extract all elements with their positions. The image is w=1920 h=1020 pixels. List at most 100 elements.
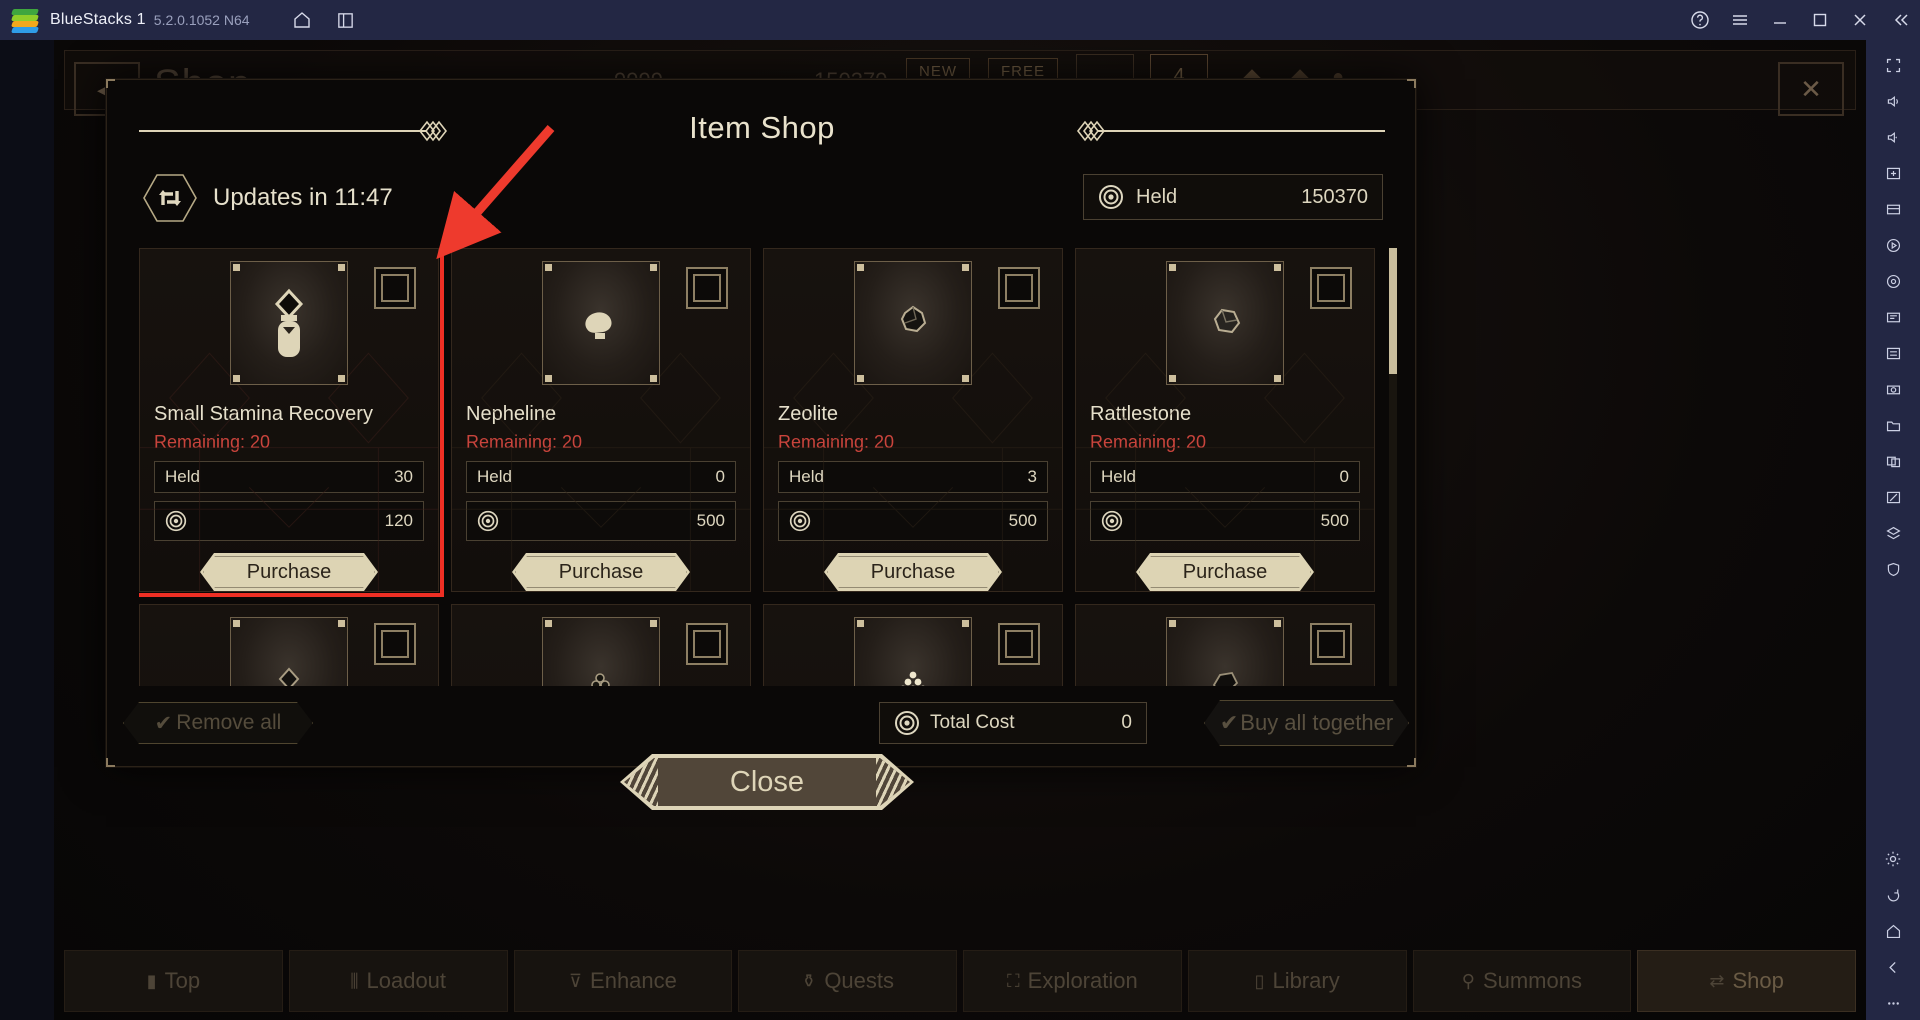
held-label: Held: [1136, 185, 1178, 208]
media-folder-icon[interactable]: [1873, 408, 1913, 442]
select-item-checkbox[interactable]: [374, 267, 416, 309]
item-card[interactable]: [1075, 604, 1375, 686]
item-card[interactable]: [763, 604, 1063, 686]
nav-tab-label: Quests: [824, 968, 895, 993]
item-price-row: 500: [1090, 501, 1360, 541]
nav-tab-label: Top: [164, 968, 201, 993]
total-cost-display: Total Cost 0: [879, 702, 1147, 744]
item-held-value: 3: [1027, 467, 1037, 486]
settings-gear-icon[interactable]: [1873, 842, 1913, 876]
game-controls-icon[interactable]: [1873, 192, 1913, 226]
background-close-button: ✕: [1778, 62, 1844, 116]
purchase-button[interactable]: Purchase: [1136, 553, 1314, 591]
operation-recorder-icon[interactable]: [1873, 300, 1913, 334]
purchase-button[interactable]: Purchase: [512, 553, 690, 591]
nav-tab-library[interactable]: ▯ Library: [1187, 950, 1407, 1012]
item-price-row: 500: [466, 501, 736, 541]
nav-tab-top[interactable]: ▮ Top: [64, 950, 283, 1012]
item-card[interactable]: Small Stamina Recovery Remaining: 20 Hel…: [139, 248, 444, 597]
location-icon[interactable]: [1873, 264, 1913, 298]
nav-tab-summons[interactable]: ⚲ Summons: [1412, 950, 1632, 1012]
dialog-header: Item Shop: [107, 102, 1417, 158]
minimize-icon[interactable]: [1760, 0, 1800, 40]
purchase-button[interactable]: Purchase: [200, 553, 378, 591]
grid-scrollbar-thumb[interactable]: [1389, 248, 1397, 374]
nav-tab-label: Shop: [1732, 968, 1784, 993]
collapse-sidebar-icon[interactable]: [1880, 0, 1920, 40]
held-currency-display: Held 150370: [1083, 174, 1383, 220]
item-card[interactable]: Rattlestone Remaining: 20 Held 0 500 Pur…: [1075, 248, 1375, 592]
select-item-checkbox[interactable]: [1310, 623, 1352, 665]
screenshot-icon[interactable]: [1873, 372, 1913, 406]
item-thumbnail: [1166, 617, 1284, 686]
potion-flask-icon: [274, 288, 304, 357]
item-grid-scroll-area[interactable]: Small Stamina Recovery Remaining: 20 Hel…: [139, 248, 1387, 686]
currency-coin-icon: [1101, 510, 1123, 532]
nav-tab-label: Enhance: [590, 968, 677, 993]
item-card[interactable]: [451, 604, 751, 686]
item-card[interactable]: [139, 604, 439, 686]
item-price-value: 500: [1320, 511, 1349, 530]
item-held-value: 0: [715, 467, 725, 486]
nav-tab-shop[interactable]: ⇄ Shop: [1637, 950, 1856, 1012]
help-icon[interactable]: [1680, 0, 1720, 40]
nav-tab-label: Library: [1272, 968, 1340, 993]
android-home-icon[interactable]: [1873, 914, 1913, 948]
item-card[interactable]: Nepheline Remaining: 20 Held 0 500 Purch…: [451, 248, 751, 592]
ore-pile-icon: [591, 673, 610, 686]
item-remaining: Remaining: 20: [154, 432, 271, 452]
item-held-row: Held 0: [466, 461, 736, 493]
eco-mode-icon[interactable]: [1873, 480, 1913, 514]
volume-down-icon[interactable]: [1873, 120, 1913, 154]
item-held-label: Held: [165, 467, 200, 486]
maximize-icon[interactable]: [1800, 0, 1840, 40]
shield-icon[interactable]: [1873, 552, 1913, 586]
nav-tab-enhance[interactable]: ⊽ Enhance: [513, 950, 733, 1012]
item-thumbnail: [542, 261, 660, 385]
shop-tab-icon: ⇄: [1709, 970, 1725, 991]
buy-all-together-button[interactable]: ✔ Buy all together: [1204, 700, 1409, 746]
volume-up-icon[interactable]: [1873, 84, 1913, 118]
nav-tab-exploration[interactable]: ⛶ Exploration: [963, 950, 1182, 1012]
media-manager-icon[interactable]: [1873, 228, 1913, 262]
rough-stone-icon: [1213, 308, 1241, 334]
multi-instance-sync-icon[interactable]: [1873, 444, 1913, 478]
item-held-label: Held: [1101, 467, 1136, 486]
select-item-checkbox[interactable]: [998, 267, 1040, 309]
home-icon[interactable]: [280, 0, 324, 40]
multi-instance-icon[interactable]: [324, 0, 368, 40]
more-icon[interactable]: [1873, 986, 1913, 1020]
grid-scrollbar-track[interactable]: [1389, 248, 1397, 686]
purchase-button[interactable]: Purchase: [824, 553, 1002, 591]
hamburger-menu-icon[interactable]: [1720, 0, 1760, 40]
select-item-checkbox[interactable]: [686, 623, 728, 665]
bluestacks-sidebar: [1866, 40, 1920, 1020]
select-item-checkbox[interactable]: [1310, 267, 1352, 309]
checkmark-icon: ✔: [154, 711, 173, 735]
macro-icon[interactable]: [1873, 336, 1913, 370]
layers-icon[interactable]: [1873, 516, 1913, 550]
close-button[interactable]: Close: [624, 758, 910, 806]
item-held-value: 0: [1339, 467, 1349, 486]
rotate-icon[interactable]: [1873, 878, 1913, 912]
select-item-checkbox[interactable]: [686, 267, 728, 309]
black-gem-icon: [278, 667, 300, 686]
item-thumbnail-area: [778, 617, 1048, 686]
close-icon[interactable]: [1840, 0, 1880, 40]
checkmark-icon: ✔: [1219, 710, 1239, 735]
summons-tab-icon: ⚲: [1461, 970, 1475, 991]
bluestacks-logo-icon: [11, 7, 39, 33]
remove-all-button[interactable]: ✔ Remove all: [123, 702, 313, 744]
keyboard-controls-icon[interactable]: [1873, 156, 1913, 190]
select-item-checkbox[interactable]: [998, 623, 1040, 665]
shop-refresh-timer[interactable]: Updates in 11:47: [141, 172, 393, 224]
fullscreen-icon[interactable]: [1873, 48, 1913, 82]
nav-tab-loadout[interactable]: ⫼ Loadout: [288, 950, 508, 1012]
nav-tab-quests[interactable]: ⚱ Quests: [738, 950, 957, 1012]
select-item-checkbox[interactable]: [374, 623, 416, 665]
item-card[interactable]: Zeolite Remaining: 20 Held 3 500 Purchas…: [763, 248, 1063, 592]
nav-tab-label: Loadout: [366, 968, 447, 993]
back-icon[interactable]: [1873, 950, 1913, 984]
frame-corner-tr: [1407, 79, 1416, 88]
item-held-row: Held 30: [154, 461, 424, 493]
